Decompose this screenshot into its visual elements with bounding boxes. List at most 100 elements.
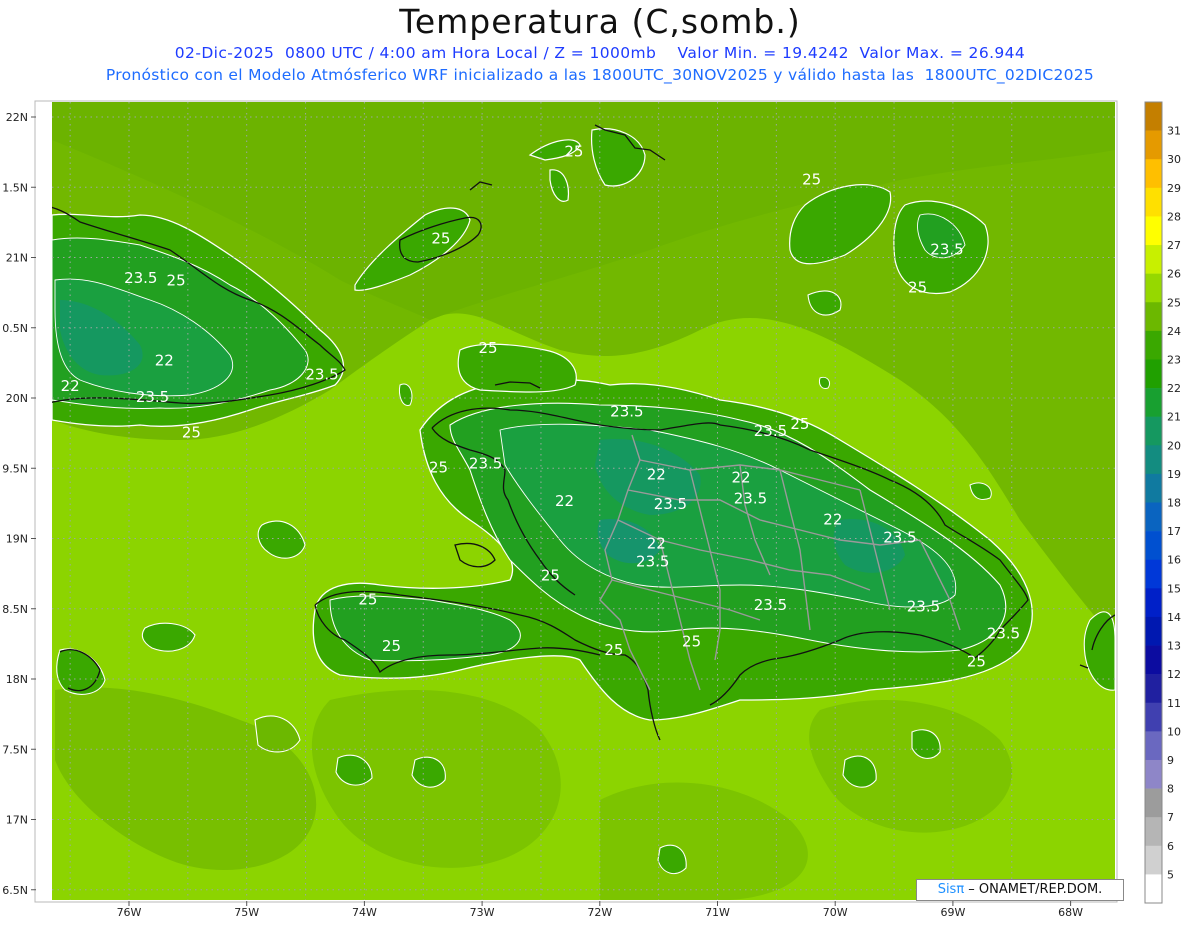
colorbar-swatch [1145, 359, 1162, 389]
colorbar-label: 6 [1167, 840, 1174, 853]
colorbar-swatch [1145, 445, 1162, 475]
contour-label: 22 [61, 377, 80, 395]
contour-label: 25 [541, 567, 560, 585]
colorbar-label: 22 [1167, 382, 1181, 395]
colorbar-swatch [1145, 645, 1162, 675]
lon-label: 72W [587, 906, 612, 919]
longitude-labels: 76W 75W 74W 73W 72W 71W 70W 69W 68W [117, 901, 1083, 919]
colorbar-label: 16 [1167, 554, 1181, 567]
lat-label: 20N [6, 392, 28, 405]
contour-label: 25 [967, 652, 986, 670]
contour-label: 22 [647, 534, 666, 552]
lat-label: 21N [6, 252, 28, 265]
lat-label: 9.5N [2, 462, 28, 475]
lon-label: 73W [470, 906, 495, 919]
colorbar-swatch [1145, 216, 1162, 246]
contour-label: 23.5 [754, 422, 787, 440]
lon-label: 74W [352, 906, 377, 919]
colorbar-swatch [1145, 817, 1162, 847]
colorbar-swatch [1145, 245, 1162, 274]
colorbar-swatch [1145, 416, 1162, 446]
colorbar-label: 7 [1167, 811, 1174, 824]
colorbar-swatch [1145, 473, 1162, 503]
colorbar-label: 25 [1167, 296, 1181, 309]
contour-label: 23.5 [610, 402, 643, 420]
contour-label: 23.5 [124, 269, 157, 287]
temperature-map: 25252523.52523.5 25252223.52223.52523.523… [2, 100, 1181, 919]
colorbar-swatch [1145, 531, 1162, 561]
colorbar-swatch [1145, 874, 1162, 904]
colorbar-label: 18 [1167, 497, 1181, 510]
contour-label: 25 [429, 458, 448, 476]
colorbar-label: 10 [1167, 725, 1181, 738]
colorbar-label: 17 [1167, 525, 1181, 538]
lat-label: 0.5N [2, 322, 28, 335]
colorbar-label: 19 [1167, 468, 1181, 481]
lat-label: 6.5N [2, 884, 28, 897]
contour-label: 25 [790, 415, 809, 433]
colorbar-label: 20 [1167, 439, 1181, 452]
colorbar-label: 8 [1167, 783, 1174, 796]
lat-label: 19N [6, 533, 28, 546]
lat-label: 18N [6, 673, 28, 686]
colorbar-swatch [1145, 102, 1162, 131]
colorbar-swatch [1145, 674, 1162, 704]
colorbar-swatch [1145, 559, 1162, 589]
contour-label: 25 [182, 423, 201, 441]
colorbar-swatch [1145, 187, 1162, 217]
contour-label: 23.5 [136, 388, 169, 406]
contour-label: 22 [731, 468, 750, 486]
lat-label: 22N [6, 111, 28, 124]
colorbar-label: 27 [1167, 239, 1181, 252]
colorbar-swatch [1145, 731, 1162, 761]
colorbar-swatch [1145, 616, 1162, 646]
contour-label: 25 [167, 272, 186, 290]
colorbar-swatch [1145, 159, 1162, 189]
colorbar-label: 9 [1167, 754, 1174, 767]
contour-label: 22 [555, 492, 574, 510]
contour-label: 25 [358, 591, 377, 609]
lat-label: 1.5N [2, 181, 28, 194]
lat-label: 17N [6, 814, 28, 827]
colorbar-swatch [1145, 130, 1162, 160]
colorbar-swatch [1145, 788, 1162, 818]
colorbar-label: 30 [1167, 153, 1181, 166]
contour-label: 23.5 [907, 598, 940, 616]
lon-label: 76W [117, 906, 142, 919]
contour-label: 23.5 [734, 489, 767, 507]
contour-label: 23.5 [654, 495, 687, 513]
contour-label: 22 [647, 465, 666, 483]
contour-label: 25 [431, 229, 450, 247]
colorbar-label: 21 [1167, 411, 1181, 424]
lon-label: 69W [940, 906, 965, 919]
colorbar-label: 31 [1167, 125, 1181, 138]
colorbar-swatch [1145, 302, 1162, 332]
lon-label: 75W [234, 906, 259, 919]
colorbar-label: 11 [1167, 697, 1181, 710]
colorbar-swatch [1145, 388, 1162, 417]
contour-label: 22 [155, 352, 174, 370]
colorbar-swatch [1145, 502, 1162, 532]
colorbar-label: 29 [1167, 182, 1181, 195]
map-field: 25252523.52523.5 25252223.52223.52523.523… [52, 102, 1115, 900]
colorbar-swatch [1145, 330, 1162, 360]
colorbar-label: 14 [1167, 611, 1181, 624]
colorbar-label: 23 [1167, 353, 1181, 366]
contour-label: 25 [564, 142, 583, 160]
colorbar-label: 28 [1167, 210, 1181, 223]
colorbar-swatch [1145, 273, 1162, 303]
credit-brand: Sisπ [937, 882, 965, 897]
contour-label: 25 [382, 637, 401, 655]
colorbar-label: 24 [1167, 325, 1181, 338]
colorbar-swatch [1145, 845, 1162, 875]
lat-label: 8.5N [2, 603, 28, 616]
contour-label: 25 [604, 641, 623, 659]
contour-label: 23.5 [987, 624, 1020, 642]
contour-label: 23.5 [636, 553, 669, 571]
contour-label: 23.5 [930, 241, 963, 259]
contour-label: 23.5 [883, 529, 916, 547]
latitude-labels: 22N 1.5N 21N 0.5N 20N 9.5N 19N 8.5N 18N 7.5N 17N 6.… [2, 111, 36, 897]
lon-label: 70W [823, 906, 848, 919]
credit-text: – ONAMET/REP.DOM. [964, 882, 1103, 897]
contour-label: 25 [802, 170, 821, 188]
